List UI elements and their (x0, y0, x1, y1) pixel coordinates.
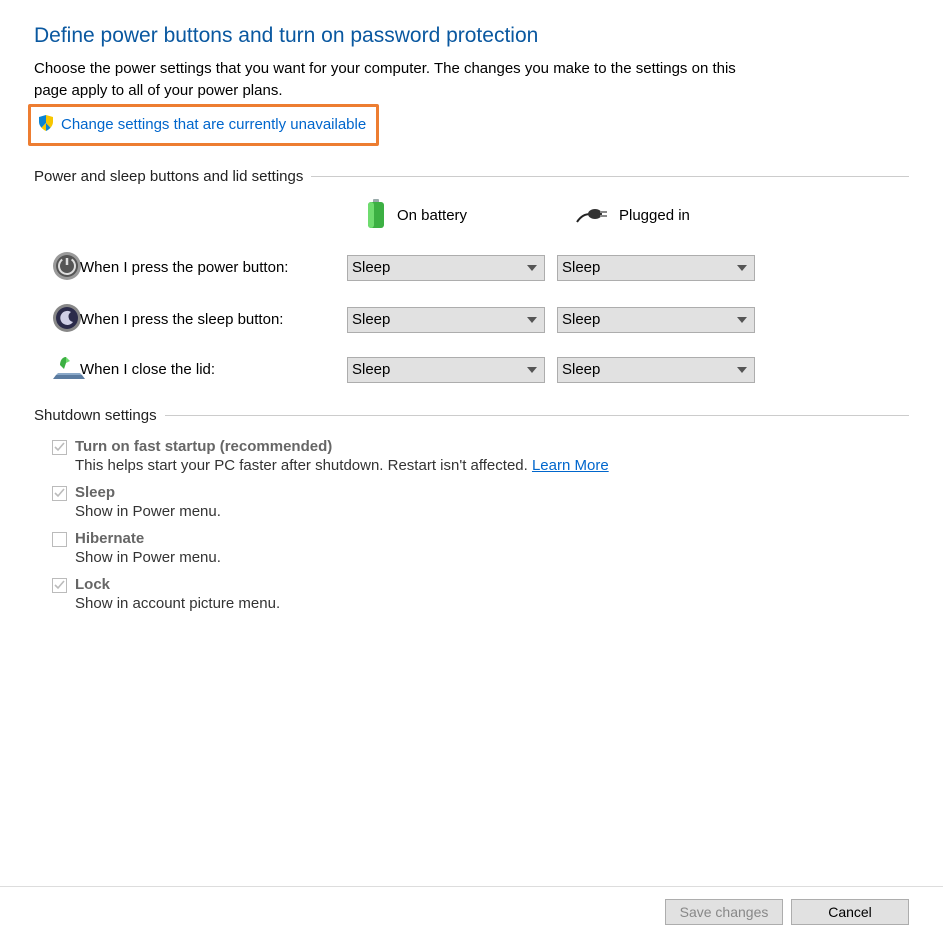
checkbox (52, 486, 67, 501)
learn-more-link[interactable]: Learn More (532, 457, 609, 474)
checkbox (52, 532, 67, 547)
row-label: When I close the lid: (80, 361, 347, 378)
checkbox (52, 578, 67, 593)
close-lid-battery-select[interactable]: Do nothingSleepHibernateShut downTurn of… (347, 357, 545, 383)
row-sleep-button: When I press the sleep button: Do nothin… (34, 303, 909, 337)
column-header-plugged: Plugged in (575, 204, 773, 228)
shield-icon (37, 114, 55, 136)
shutdown-item-desc: This helps start your PC faster after sh… (75, 457, 909, 474)
divider (165, 415, 909, 416)
divider (311, 176, 909, 177)
column-header-battery: On battery (365, 199, 563, 233)
sleep-button-icon (52, 303, 82, 337)
shutdown-item-title: Turn on fast startup (recommended) (75, 438, 909, 455)
shutdown-item: Hibernate Show in Power menu. (34, 530, 909, 566)
shutdown-item-title: Sleep (75, 484, 909, 501)
change-settings-link[interactable]: Change settings that are currently unava… (61, 116, 366, 133)
page-description: Choose the power settings that you want … (34, 58, 754, 102)
sleep-button-battery-select[interactable]: Do nothingSleepHibernateShut downTurn of… (347, 307, 545, 333)
shutdown-item: Sleep Show in Power menu. (34, 484, 909, 520)
shutdown-item: Turn on fast startup (recommended) This h… (34, 438, 909, 474)
save-changes-button[interactable]: Save changes (665, 899, 783, 925)
shutdown-item-desc: Show in account picture menu. (75, 595, 909, 612)
power-button-battery-select[interactable]: Do nothingSleepHibernateShut downTurn of… (347, 255, 545, 281)
section-header-shutdown: Shutdown settings (34, 407, 157, 424)
checkbox (52, 440, 67, 455)
power-button-icon (52, 251, 82, 285)
row-label: When I press the power button: (80, 259, 347, 276)
row-power-button: When I press the power button: Do nothin… (34, 251, 909, 285)
admin-link-highlight: Change settings that are currently unava… (28, 104, 379, 146)
close-lid-plugged-select[interactable]: Do nothingSleepHibernateShut downTurn of… (557, 357, 755, 383)
section-header-buttons-lid: Power and sleep buttons and lid settings (34, 168, 303, 185)
shutdown-item-desc: Show in Power menu. (75, 549, 909, 566)
plug-icon (575, 204, 609, 228)
shutdown-item-title: Lock (75, 576, 909, 593)
row-label: When I press the sleep button: (80, 311, 347, 328)
sleep-button-plugged-select[interactable]: Do nothingSleepHibernateShut downTurn of… (557, 307, 755, 333)
footer: Save changes Cancel (0, 886, 943, 925)
shutdown-item-desc: Show in Power menu. (75, 503, 909, 520)
power-button-plugged-select[interactable]: Do nothingSleepHibernateShut downTurn of… (557, 255, 755, 281)
shutdown-item: Lock Show in account picture menu. (34, 576, 909, 612)
battery-icon (365, 199, 387, 233)
shutdown-item-title: Hibernate (75, 530, 909, 547)
page-title: Define power buttons and turn on passwor… (34, 24, 909, 48)
row-close-lid: When I close the lid: Do nothingSleepHib… (34, 355, 909, 385)
cancel-button[interactable]: Cancel (791, 899, 909, 925)
